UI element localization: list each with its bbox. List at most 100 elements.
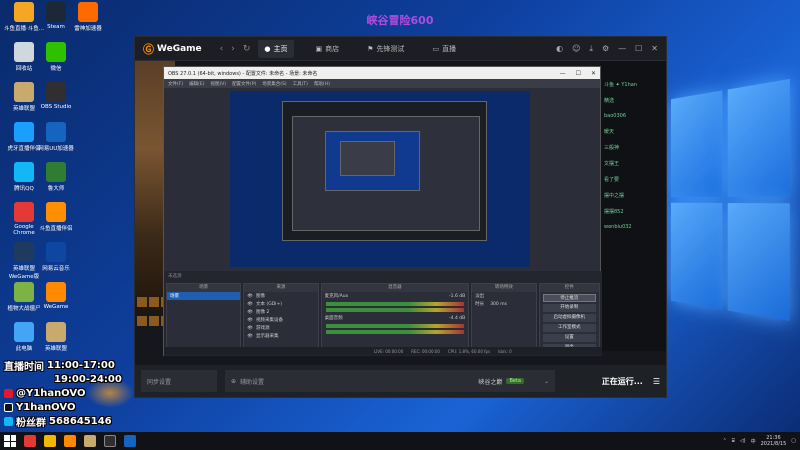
visibility-eye-icon[interactable]: 👁	[247, 326, 253, 331]
source-label: 图像 2	[256, 310, 270, 315]
wegame-logo-icon: Ⓖ	[143, 42, 154, 56]
close-icon[interactable]: ✕	[651, 44, 658, 54]
scene-item[interactable]: 场景	[167, 292, 241, 300]
weibo-icon	[4, 388, 13, 398]
visibility-eye-icon[interactable]: 👁	[247, 302, 253, 307]
obs-menu-item[interactable]: 工具(T)	[293, 81, 308, 87]
desktop-icon[interactable]: 斗鱼直播伴侣	[36, 202, 76, 242]
windows-start-icon[interactable]	[4, 435, 16, 447]
source-item[interactable]: 👁 文本 (GDI+)	[244, 300, 317, 308]
obs-icon[interactable]	[104, 435, 116, 447]
desktop-icon-label: OBS Studio	[40, 104, 72, 110]
wegame-logo: Ⓖ WeGame	[143, 42, 202, 56]
back-icon[interactable]: ‹	[220, 44, 224, 54]
mixer-track: 桌面音频 -4.4 dB	[324, 315, 466, 322]
desktop-icon[interactable]: WeGame	[36, 282, 76, 322]
visibility-eye-icon[interactable]: 👁	[247, 310, 253, 315]
notification-icon[interactable]: ▢	[791, 438, 796, 444]
nested-overlay	[230, 231, 274, 261]
source-item[interactable]: 👁 图像 2	[244, 308, 317, 316]
control-button[interactable]: 启动虚拟摄像机	[542, 314, 596, 322]
chrome-icon[interactable]	[24, 435, 36, 447]
control-button[interactable]: 工作室模式	[542, 324, 596, 332]
mixer-volume-meter[interactable]	[325, 302, 465, 306]
control-button[interactable]: 停止推流	[542, 294, 596, 302]
user-icon[interactable]: ☺	[572, 44, 580, 54]
league-icon[interactable]	[84, 435, 96, 447]
desktop-app-icon	[14, 322, 34, 342]
control-button[interactable]: 设置	[542, 334, 596, 342]
desktop-icon[interactable]: 鲁大师	[36, 162, 76, 202]
maximize-icon[interactable]: ☐	[576, 70, 581, 77]
desktop-icon[interactable]: 网易云音乐	[36, 242, 76, 282]
tab-pioneer[interactable]: ⚑ 先锋测试	[361, 40, 410, 58]
store-icon: ▣	[315, 44, 323, 53]
minimize-icon[interactable]: —	[618, 44, 626, 54]
source-item[interactable]: 👁 图像	[244, 292, 317, 300]
menu-icon[interactable]: ☰	[653, 377, 660, 386]
source-item[interactable]: 👁 显示器采集	[244, 332, 317, 340]
chevron-up-icon[interactable]: ⌃	[723, 438, 727, 444]
obs-menu-item[interactable]: 配置文件(P)	[232, 81, 256, 87]
obs-menu-item[interactable]: 帮助(H)	[314, 81, 330, 87]
chat-message: 斗鱼 ✦ Y1han	[604, 82, 638, 88]
desktop-icon[interactable]: OBS Studio	[36, 82, 76, 122]
chat-message: 看了要	[604, 177, 620, 183]
visibility-eye-icon[interactable]: 👁	[247, 334, 253, 339]
scenes-dock: 场景 场景	[166, 283, 242, 354]
input-language[interactable]: 中	[751, 438, 756, 445]
obs-preview-canvas[interactable]	[230, 91, 530, 267]
desktop-icon[interactable]: 英雄联盟	[36, 322, 76, 362]
visibility-eye-icon[interactable]: 👁	[247, 294, 253, 299]
obs-menu-item[interactable]: 编辑(E)	[189, 81, 204, 87]
transition-select[interactable]: 淡出	[472, 292, 535, 300]
tab-live[interactable]: ▭ 直播	[426, 40, 462, 58]
desktop-app-icon	[14, 242, 34, 262]
volume-icon[interactable]: ◁)	[740, 438, 746, 444]
maximize-icon[interactable]: ☐	[635, 44, 642, 54]
mixer-volume-meter[interactable]	[325, 308, 465, 312]
app-icon[interactable]	[124, 435, 136, 447]
obs-titlebar: OBS 27.0.1 (64-bit, windows) - 配置文件: 未命名…	[164, 67, 600, 79]
tab-store[interactable]: ▣ 商店	[310, 40, 346, 58]
wegame-icon[interactable]	[64, 435, 76, 447]
desktop-app-icon	[46, 322, 66, 342]
clock[interactable]: 21:36 2021/8/15	[761, 435, 787, 447]
close-icon[interactable]: ✕	[591, 70, 596, 77]
desktop-app-icon	[78, 2, 98, 22]
settings-icon[interactable]: ⚙	[602, 44, 609, 54]
assist-icon: ⊕	[231, 377, 237, 385]
obs-menu-item[interactable]: 文件(F)	[168, 81, 183, 87]
mixer-volume-meter[interactable]	[325, 324, 465, 328]
minimize-icon[interactable]: —	[560, 70, 566, 77]
forward-icon[interactable]: ›	[231, 44, 235, 54]
tab-home[interactable]: ● 主页	[258, 39, 294, 58]
sync-settings-box[interactable]: 同步设置	[141, 370, 217, 392]
control-button[interactable]: 开始录制	[542, 304, 596, 312]
mixer-volume-meter[interactable]	[325, 330, 465, 334]
desktop-icon[interactable]: 微信	[36, 42, 76, 82]
controller-icon[interactable]: ◐	[556, 44, 563, 54]
network-icon[interactable]: ⌸	[732, 438, 735, 444]
file-explorer-icon[interactable]	[44, 435, 56, 447]
obs-menu-item[interactable]: 视图(V)	[210, 81, 226, 87]
desktop-icon[interactable]: 雷神加速器	[68, 2, 108, 42]
source-label: 游戏源	[256, 326, 270, 331]
refresh-icon[interactable]: ↻	[243, 44, 251, 54]
chevron-down-icon[interactable]: ⌄	[544, 378, 549, 385]
visibility-eye-icon[interactable]: 👁	[247, 318, 253, 323]
obs-menu-item[interactable]: 场景集合(S)	[262, 81, 286, 87]
assist-settings-bar[interactable]: ⊕ 辅助设置 峡谷之巅 Beta ⌄	[225, 370, 555, 392]
source-item[interactable]: 👁 视频采集设备	[244, 316, 317, 324]
desktop-icon[interactable]: 网易UU加速器	[36, 122, 76, 162]
schedule-line-2: 19:00-24:00	[54, 373, 122, 385]
desktop-app-icon	[14, 282, 34, 302]
download-icon[interactable]: ⤓	[589, 44, 593, 54]
transition-duration[interactable]: 时长 300 ms	[472, 300, 535, 308]
desktop-app-icon	[14, 202, 34, 222]
source-item[interactable]: 👁 游戏源	[244, 324, 317, 332]
douyin-line: Y1hanOVO	[0, 400, 140, 414]
desktop-app-icon	[14, 82, 34, 102]
chat-message: 暖天	[604, 129, 615, 135]
wegame-bottom-bar: 同步设置 ⊕ 辅助设置 峡谷之巅 Beta ⌄ 正在运行... ☰	[135, 365, 666, 397]
